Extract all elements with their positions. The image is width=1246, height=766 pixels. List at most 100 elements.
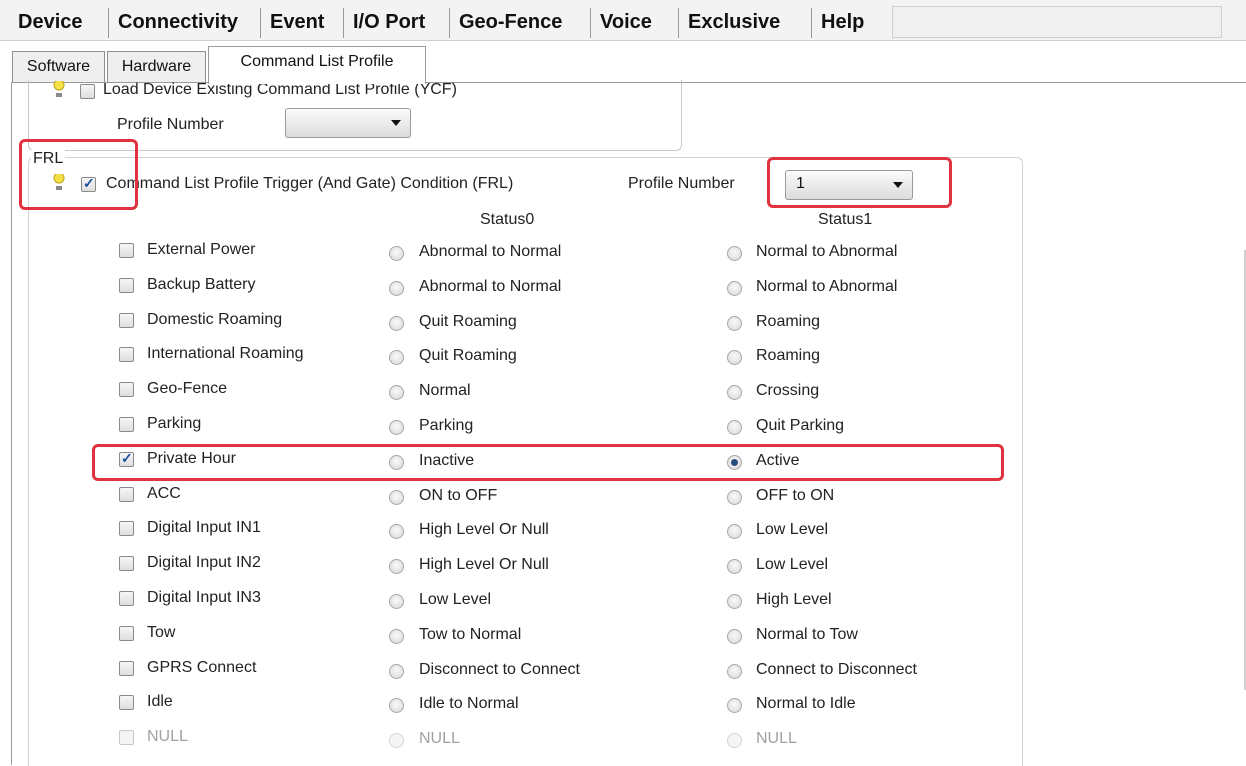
radio-international-roaming-status0[interactable] xyxy=(389,350,404,365)
checkbox-null[interactable] xyxy=(119,730,134,745)
row-label-digital-input-in3: Digital Input IN3 xyxy=(147,589,261,606)
radio-domestic-roaming-status0[interactable] xyxy=(389,316,404,331)
radio-label-null-status1: NULL xyxy=(756,730,797,747)
radio-idle-status0[interactable] xyxy=(389,698,404,713)
ycf-profile-number-label: Profile Number xyxy=(117,116,224,133)
radio-label-digital-input-in2-status1: Low Level xyxy=(756,556,829,573)
radio-label-digital-input-in3-status0: Low Level xyxy=(419,591,492,608)
checkbox-gprs-connect[interactable] xyxy=(119,661,134,676)
checkbox-international-roaming[interactable] xyxy=(119,347,134,362)
checkbox-digital-input-in3[interactable] xyxy=(119,591,134,606)
tab-command-list-profile[interactable]: Command List Profile xyxy=(208,46,426,84)
highlight-private-hour-row xyxy=(92,444,1004,481)
radio-acc-status1[interactable] xyxy=(727,490,742,505)
radio-digital-input-in3-status1[interactable] xyxy=(727,594,742,609)
row-label-external-power: External Power xyxy=(147,241,256,258)
radio-acc-status0[interactable] xyxy=(389,490,404,505)
menu-geo-fence[interactable]: Geo-Fence xyxy=(451,6,570,38)
radio-label-geo-fence-status1: Crossing xyxy=(756,382,820,399)
menu-voice[interactable]: Voice xyxy=(592,6,660,38)
radio-backup-battery-status1[interactable] xyxy=(727,281,742,296)
checkbox-acc[interactable] xyxy=(119,487,134,502)
radio-external-power-status1[interactable] xyxy=(727,246,742,261)
radio-domestic-roaming-status1[interactable] xyxy=(727,316,742,331)
row-label-domestic-roaming: Domestic Roaming xyxy=(147,311,283,328)
radio-label-gprs-connect-status0: Disconnect to Connect xyxy=(419,661,580,678)
menu-separator xyxy=(260,8,261,38)
checkbox-geo-fence[interactable] xyxy=(119,382,134,397)
checkbox-external-power[interactable] xyxy=(119,243,134,258)
menu-separator xyxy=(678,8,679,38)
checkbox-digital-input-in1[interactable] xyxy=(119,521,134,536)
checkbox-tow[interactable] xyxy=(119,626,134,641)
radio-parking-status0[interactable] xyxy=(389,420,404,435)
radio-label-tow-status0: Tow to Normal xyxy=(419,626,522,643)
highlight-profile-number xyxy=(767,157,952,208)
radio-label-digital-input-in1-status1: Low Level xyxy=(756,521,829,538)
radio-geo-fence-status1[interactable] xyxy=(727,385,742,400)
radio-idle-status1[interactable] xyxy=(727,698,742,713)
ycf-profile-number-dropdown[interactable] xyxy=(285,108,411,138)
row-label-gprs-connect: GPRS Connect xyxy=(147,659,257,676)
row-label-idle: Idle xyxy=(147,693,173,710)
row-label-null: NULL xyxy=(147,728,188,745)
menu-event[interactable]: Event xyxy=(262,6,332,38)
radio-label-acc-status1: OFF to ON xyxy=(756,487,835,504)
radio-tow-status1[interactable] xyxy=(727,629,742,644)
radio-gprs-connect-status1[interactable] xyxy=(727,664,742,679)
radio-gprs-connect-status0[interactable] xyxy=(389,664,404,679)
radio-digital-input-in2-status0[interactable] xyxy=(389,559,404,574)
radio-label-backup-battery-status1: Normal to Abnormal xyxy=(756,278,898,295)
checkbox-idle[interactable] xyxy=(119,695,134,710)
radio-digital-input-in1-status1[interactable] xyxy=(727,524,742,539)
checkbox-parking[interactable] xyxy=(119,417,134,432)
tab-hardware[interactable]: Hardware xyxy=(107,51,206,83)
menu-exclusive[interactable]: Exclusive xyxy=(680,6,788,38)
ycf-checkbox[interactable] xyxy=(80,84,95,99)
radio-parking-status1[interactable] xyxy=(727,420,742,435)
checkbox-digital-input-in2[interactable] xyxy=(119,556,134,571)
menu-i-o-port[interactable]: I/O Port xyxy=(345,6,433,38)
status1-header: Status1 xyxy=(818,211,873,228)
row-label-digital-input-in1: Digital Input IN1 xyxy=(147,519,261,536)
radio-digital-input-in2-status1[interactable] xyxy=(727,559,742,574)
radio-label-digital-input-in3-status1: High Level xyxy=(756,591,832,608)
radio-tow-status0[interactable] xyxy=(389,629,404,644)
menu-separator xyxy=(343,8,344,38)
radio-label-external-power-status0: Abnormal to Normal xyxy=(419,243,562,260)
radio-label-digital-input-in2-status0: High Level Or Null xyxy=(419,556,549,573)
radio-label-parking-status1: Quit Parking xyxy=(756,417,845,434)
menu-device[interactable]: Device xyxy=(10,6,91,38)
radio-label-external-power-status1: Normal to Abnormal xyxy=(756,243,898,260)
radio-null-status1[interactable] xyxy=(727,733,742,748)
radio-label-domestic-roaming-status1: Roaming xyxy=(756,313,821,330)
status0-header: Status0 xyxy=(480,211,535,228)
radio-international-roaming-status1[interactable] xyxy=(727,350,742,365)
radio-digital-input-in1-status0[interactable] xyxy=(389,524,404,539)
checkbox-backup-battery[interactable] xyxy=(119,278,134,293)
checkbox-domestic-roaming[interactable] xyxy=(119,313,134,328)
radio-label-geo-fence-status0: Normal xyxy=(419,382,471,399)
radio-label-digital-input-in1-status0: High Level Or Null xyxy=(419,521,549,538)
tab-software[interactable]: Software xyxy=(12,51,105,83)
radio-digital-input-in3-status0[interactable] xyxy=(389,594,404,609)
radio-label-gprs-connect-status1: Connect to Disconnect xyxy=(756,661,917,678)
radio-geo-fence-status0[interactable] xyxy=(389,385,404,400)
radio-label-international-roaming-status1: Roaming xyxy=(756,347,821,364)
menu-separator xyxy=(449,8,450,38)
radio-label-null-status0: NULL xyxy=(419,730,460,747)
lightbulb-icon xyxy=(53,81,65,97)
radio-null-status0[interactable] xyxy=(389,733,404,748)
menu-separator xyxy=(811,8,812,38)
radio-external-power-status0[interactable] xyxy=(389,246,404,261)
row-label-tow: Tow xyxy=(147,624,176,641)
radio-backup-battery-status0[interactable] xyxy=(389,281,404,296)
menu-help[interactable]: Help xyxy=(813,6,872,38)
frl-profile-number-label: Profile Number xyxy=(628,175,735,192)
row-label-parking: Parking xyxy=(147,415,202,432)
menu-separator xyxy=(108,8,109,38)
menu-separator xyxy=(590,8,591,38)
row-label-digital-input-in2: Digital Input IN2 xyxy=(147,554,261,571)
row-label-geo-fence: Geo-Fence xyxy=(147,380,228,397)
menu-connectivity[interactable]: Connectivity xyxy=(110,6,246,38)
